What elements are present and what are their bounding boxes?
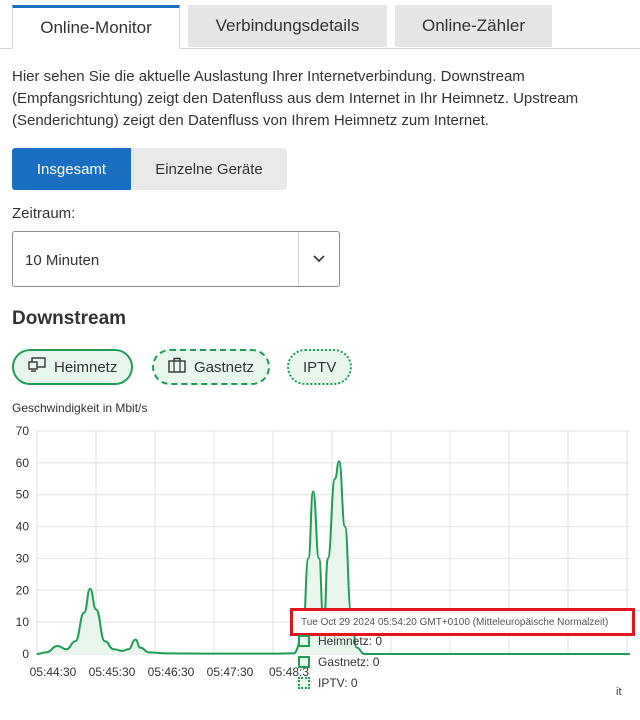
tooltip-value: IPTV: 0 [318,676,358,690]
chart-ylabel: Geschwindigkeit in Mbit/s [12,401,148,415]
tab-verbindungsdetails[interactable]: Verbindungsdetails [188,5,387,47]
y-tick-label: 70 [16,424,30,438]
data-point [334,478,336,480]
y-tick-label: 10 [16,615,30,629]
y-tick-label: 0 [22,647,29,661]
data-point [89,588,91,590]
period-select[interactable]: 10 Minuten [12,231,340,287]
tab-online-monitor[interactable]: Online-Monitor [12,5,180,49]
data-point [312,490,314,493]
data-point [166,652,168,654]
x-tick-label: 05:46:30 [148,665,195,679]
tooltip-row-gastnetz: Gastnetz: 0 [298,655,379,669]
data-point [36,653,38,655]
y-tick-label: 50 [16,488,30,502]
tab-bar: Online-Monitor Verbindungsdetails Online… [0,0,640,49]
tooltip-value: Gastnetz: 0 [318,655,380,669]
data-point [327,557,329,560]
data-point [121,650,124,652]
chart-tooltip: Tue Oct 29 2024 05:54:20 GMT+0100 (Mitte… [290,608,635,636]
data-point [65,648,68,650]
y-tick-label: 20 [16,583,30,597]
data-point [344,525,346,528]
chip-gastnetz-label: Gastnetz [194,358,255,376]
chip-iptv-label: IPTV [303,358,337,376]
y-tick-label: 60 [16,456,30,470]
section-title: Downstream [12,308,127,329]
data-point [338,460,340,462]
data-point [127,648,130,650]
tooltip-row-iptv: IPTV: 0 [298,676,358,690]
x-tick-label: 05:45:30 [89,665,136,679]
data-point [213,653,215,655]
data-point [95,608,97,610]
legend-swatch [298,677,310,689]
data-point [113,648,115,650]
chip-iptv[interactable]: IPTV [287,349,353,385]
data-point [134,639,137,641]
data-point [293,652,295,654]
chip-heimnetz[interactable]: Heimnetz [12,349,134,385]
period-value: 10 Minuten [25,252,100,269]
edge-text: it [616,686,622,698]
data-point [104,640,106,642]
tab-online-zaehler[interactable]: Online-Zähler [395,5,552,47]
legend-swatch [298,656,310,668]
data-point [45,651,47,654]
data-point [318,557,320,560]
x-tick-label: 05:47:30 [207,665,254,679]
tooltip-time: Tue Oct 29 2024 05:54:20 GMT+0100 (Mitte… [301,616,609,628]
chevron-down-icon [298,232,339,286]
period-label: Zeitraum: [12,205,76,222]
x-tick-label: 05:44:30 [30,665,77,679]
chip-heimnetz-label: Heimnetz [54,358,118,376]
tooltip-value: Heimnetz: 0 [318,634,383,648]
data-point [272,653,274,655]
data-point [307,557,309,560]
data-point [83,611,85,614]
tooltip-row-heimnetz: Heimnetz: 0 [298,634,382,648]
data-point [57,645,59,647]
chip-gastnetz[interactable]: Gastnetz [152,349,271,385]
y-tick-label: 40 [16,520,30,534]
monitor-icon [28,357,46,377]
segment-devices-button[interactable]: Einzelne Geräte [131,148,287,190]
segment-total-button[interactable]: Insgesamt [12,148,131,190]
intro-text: Hier sehen Sie die aktuelle Auslastung I… [12,68,579,129]
legend-swatch [298,635,310,647]
suitcase-icon [168,357,186,377]
data-point [74,640,76,642]
y-tick-label: 30 [16,551,30,565]
data-point [139,647,141,649]
data-point [148,651,150,654]
